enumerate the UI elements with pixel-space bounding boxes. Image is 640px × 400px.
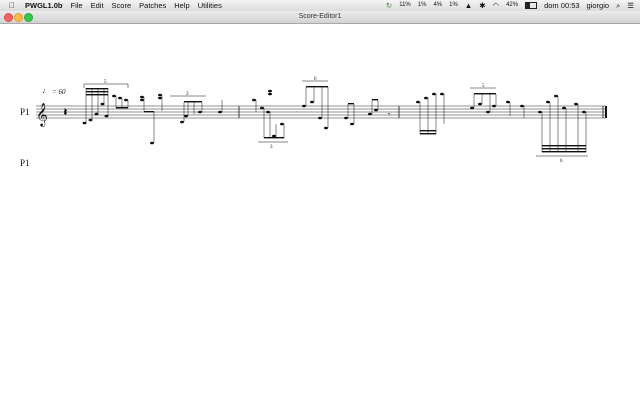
volume-icon[interactable]: ▲ [465,0,472,11]
score-canvas[interactable]: P1 P1 ♩ = 60 𝄞 𝄽 5 3 3 6 𝄾 5 6 [0,24,640,400]
sync-icon[interactable]: ↻ [386,0,392,11]
tuplet-label-6: 6 [560,159,563,164]
menu-utilities[interactable]: Utilities [198,0,222,11]
cpu-meter-2[interactable]: 1% [418,0,427,11]
treble-clef-icon: 𝄞 [36,104,48,127]
menu-file[interactable]: File [71,0,83,11]
app-menus: PWGL1.0b File Edit Score Patches Help Ut… [25,0,222,11]
svg-text:𝄽: 𝄽 [64,107,67,117]
user-menu[interactable]: giorgio [587,0,610,11]
battery-percent[interactable]: 42% [506,0,518,11]
menu-patches[interactable]: Patches [139,0,166,11]
search-icon[interactable]: ⌕ [616,0,620,11]
app-menu[interactable]: PWGL1.0b [25,0,63,11]
menu-help[interactable]: Help [174,0,189,11]
wifi-icon[interactable]: ◠ [493,0,500,11]
menu-score[interactable]: Score [112,0,132,11]
battery-icon[interactable] [525,2,538,9]
status-area: ↻ 11% 1% 4% 1% ▲ ✱ ◠ 42% dom 00:53 giorg… [386,0,634,11]
staff-system[interactable]: 𝄞 𝄽 5 3 3 6 𝄾 5 6 [0,24,640,400]
cpu-meter-1[interactable]: 11% [399,0,411,11]
tuplet-label-3: 3 [270,145,273,150]
cpu-meter-3[interactable]: 4% [433,0,442,11]
clock[interactable]: dom 00:53 [544,0,579,11]
score-editor-window: Score-Editor1 P1 P1 ♩ = 60 𝄞 𝄽 5 3 3 6 𝄾… [0,11,640,400]
apple-menu-icon[interactable]:  [9,0,15,11]
window-titlebar[interactable]: Score-Editor1 [0,11,640,24]
cpu-meter-4[interactable]: 1% [449,0,458,11]
minimize-button[interactable] [14,13,23,22]
measure-3: 5 6 [416,84,588,164]
measure-2: 3 6 𝄾 [252,77,390,150]
window-title: Score-Editor1 [298,13,342,20]
bluetooth-icon[interactable]: ✱ [479,0,485,11]
svg-text:𝄾: 𝄾 [388,110,390,119]
menu-edit[interactable]: Edit [91,0,104,11]
zoom-button[interactable] [24,13,33,22]
notifications-icon[interactable]: ☰ [627,0,634,11]
close-button[interactable] [4,13,13,22]
